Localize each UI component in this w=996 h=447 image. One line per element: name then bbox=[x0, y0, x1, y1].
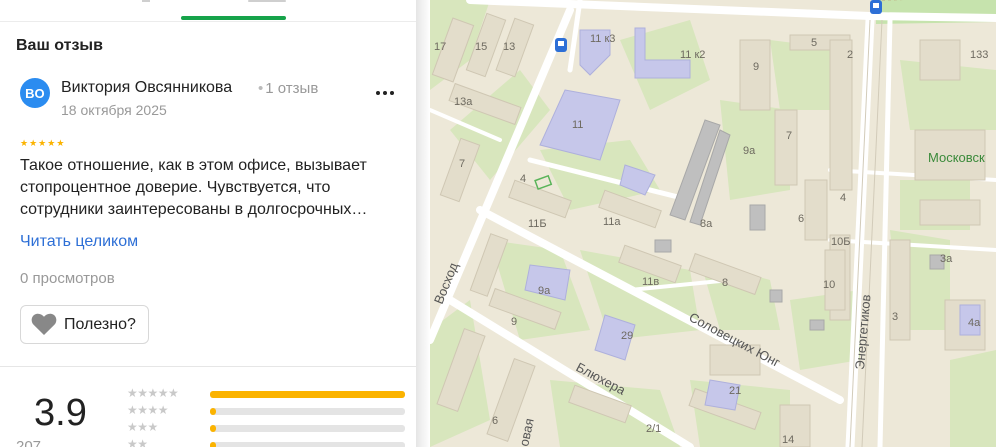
svg-text:10Б: 10Б bbox=[831, 236, 850, 248]
svg-text:4: 4 bbox=[840, 192, 846, 204]
svg-text:11 к2: 11 к2 bbox=[680, 49, 705, 61]
review-text: Такое отношение, как в этом офисе, вызыв… bbox=[20, 155, 405, 221]
svg-text:2/1: 2/1 bbox=[646, 423, 661, 435]
district-label: Московск bbox=[928, 150, 985, 165]
more-dot-icon bbox=[383, 91, 387, 95]
svg-text:8: 8 bbox=[722, 277, 728, 289]
svg-text:7: 7 bbox=[786, 130, 792, 142]
review-date: 18 октября 2025 bbox=[61, 102, 167, 118]
section-title: Ваш отзыв bbox=[16, 37, 103, 54]
views-count: 0 просмотров bbox=[20, 270, 115, 287]
distribution-bar-track bbox=[210, 425, 405, 432]
svg-text:9а: 9а bbox=[538, 285, 551, 297]
svg-text:3а: 3а bbox=[940, 253, 953, 265]
tab-edge-left bbox=[142, 0, 150, 2]
svg-text:4а: 4а bbox=[968, 317, 981, 329]
svg-text:10: 10 bbox=[823, 279, 835, 291]
svg-text:14: 14 bbox=[782, 434, 794, 446]
tabs-divider bbox=[0, 21, 416, 22]
rating-distribution-row: ★★★ bbox=[127, 420, 407, 434]
distribution-bar-track bbox=[210, 408, 405, 415]
distribution-stars-icon: ★★★★ bbox=[127, 403, 169, 417]
distribution-bar-fill bbox=[210, 391, 405, 398]
svg-text:29: 29 bbox=[621, 330, 633, 342]
author-review-count: • 1 отзыв bbox=[258, 80, 318, 97]
svg-text:11 к3: 11 к3 bbox=[590, 33, 615, 45]
svg-text:9: 9 bbox=[511, 316, 517, 328]
useful-button[interactable]: Полезно? bbox=[20, 305, 149, 344]
author-review-count-label: 1 отзыв bbox=[265, 80, 319, 97]
svg-text:8а: 8а bbox=[700, 218, 713, 230]
distribution-stars-icon: ★★★★★ bbox=[127, 386, 179, 400]
svg-text:6: 6 bbox=[798, 213, 804, 225]
more-dot-icon bbox=[376, 91, 380, 95]
review-text-line: стопроцентное доверие. Чувствуется, что bbox=[20, 179, 331, 196]
bus-stop-icon[interactable] bbox=[555, 38, 567, 52]
section-divider bbox=[0, 366, 416, 367]
svg-text:13а: 13а bbox=[454, 96, 473, 108]
avatar[interactable]: ВО bbox=[20, 78, 50, 108]
separator-dot: • bbox=[258, 80, 264, 97]
distribution-bar-track bbox=[210, 391, 405, 398]
map-canvas[interactable]: 17 15 13 13а 11 к3 11 к2 5 2 133 9 11 7 … bbox=[430, 0, 996, 447]
review-text-line: Такое отношение, как в этом офисе, вызыв… bbox=[20, 157, 367, 174]
svg-text:9: 9 bbox=[753, 61, 759, 73]
star-icon: ★ bbox=[29, 138, 38, 148]
more-dot-icon bbox=[390, 91, 394, 95]
star-icon: ★ bbox=[56, 138, 65, 148]
active-tab-indicator bbox=[181, 16, 286, 20]
svg-text:5: 5 bbox=[811, 37, 817, 49]
distribution-stars-icon: ★★ bbox=[127, 437, 148, 447]
svg-text:7: 7 bbox=[459, 158, 465, 170]
star-icon: ★ bbox=[47, 138, 56, 148]
map[interactable]: 17 15 13 13а 11 к3 11 к2 5 2 133 9 11 7 … bbox=[430, 0, 996, 447]
heart-icon bbox=[31, 313, 57, 335]
svg-text:2: 2 bbox=[847, 49, 853, 61]
svg-text:11Б: 11Б bbox=[528, 218, 547, 230]
svg-text:6: 6 bbox=[492, 415, 498, 427]
svg-text:11: 11 bbox=[572, 119, 583, 131]
distribution-bar-track bbox=[210, 442, 405, 447]
bus-stop-icon[interactable] bbox=[870, 0, 882, 14]
svg-text:3: 3 bbox=[892, 311, 898, 323]
rating-count: 207 bbox=[16, 438, 42, 447]
read-more-link[interactable]: Читать целиком bbox=[20, 233, 138, 251]
star-icon: ★ bbox=[38, 138, 47, 148]
svg-text:9а: 9а bbox=[743, 145, 756, 157]
svg-text:15: 15 bbox=[475, 41, 487, 53]
tab-edge-right bbox=[248, 0, 286, 2]
more-options-button[interactable] bbox=[370, 84, 400, 102]
author-name[interactable]: Виктория Овсянникова bbox=[61, 79, 232, 97]
svg-text:21: 21 bbox=[729, 385, 741, 397]
distribution-bar-fill bbox=[210, 425, 216, 432]
review-text-line: сотрудники заинтересованы в долгосрочных… bbox=[20, 201, 368, 218]
rating-distribution-row: ★★ bbox=[127, 437, 407, 447]
distribution-bar-fill bbox=[210, 408, 216, 415]
distribution-stars-icon: ★★★ bbox=[127, 420, 158, 434]
rating-distribution-row: ★★★★ bbox=[127, 403, 407, 417]
svg-text:13: 13 bbox=[503, 41, 515, 53]
rating-value: 3.9 bbox=[34, 392, 87, 434]
useful-button-label: Полезно? bbox=[64, 315, 136, 333]
svg-text:11в: 11в bbox=[642, 276, 659, 288]
review-rating-stars: ★ ★ ★ ★ ★ bbox=[20, 138, 64, 148]
svg-text:4: 4 bbox=[520, 173, 526, 185]
svg-text:17: 17 bbox=[434, 41, 446, 53]
svg-text:11а: 11а bbox=[603, 216, 621, 228]
rating-distribution-row: ★★★★★ bbox=[127, 386, 407, 400]
svg-text:133: 133 bbox=[970, 49, 988, 61]
panel-shadow bbox=[416, 0, 430, 447]
review-panel: Ваш отзыв ВО Виктория Овсянникова • 1 отз… bbox=[0, 0, 416, 447]
distribution-bar-fill bbox=[210, 442, 216, 447]
star-icon: ★ bbox=[20, 138, 29, 148]
